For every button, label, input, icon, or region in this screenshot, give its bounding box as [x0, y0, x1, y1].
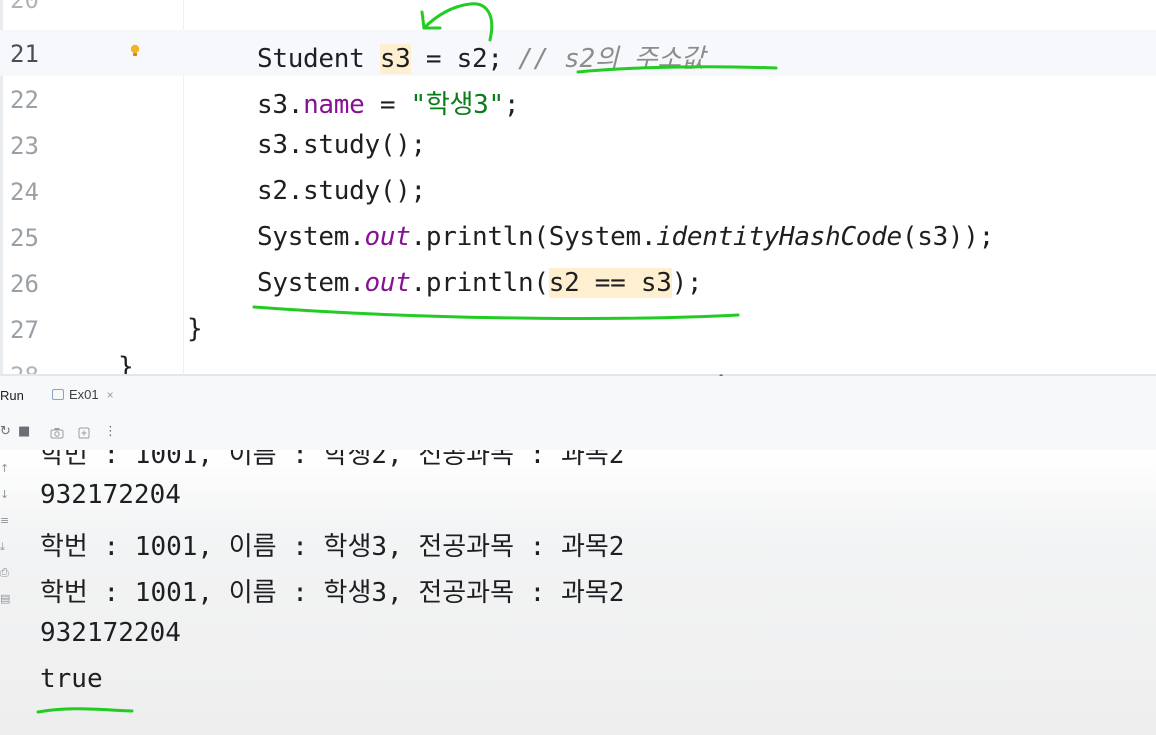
- line-number: 27: [10, 316, 39, 344]
- tab-label: Ex01: [69, 387, 99, 402]
- code-line-21[interactable]: 21 Student s3 = s2; // s2의 주소값: [0, 30, 1156, 76]
- code-text: Student s3 = s2; // s2의 주소값: [257, 44, 705, 74]
- console-line: 932172204: [40, 480, 181, 510]
- code-line-25[interactable]: 25 System.out.println(System.identityHas…: [0, 214, 1156, 260]
- code-line-26[interactable]: 26 System.out.println(s2 == s3);: [0, 260, 1156, 306]
- line-number: 22: [10, 86, 39, 114]
- highlighted-identifier: s3: [379, 44, 411, 74]
- scroll-to-end-icon[interactable]: ⤓: [0, 540, 5, 554]
- line-number: 21: [10, 40, 39, 68]
- camera-icon[interactable]: [50, 427, 64, 439]
- line-number-partial: 20: [10, 0, 39, 14]
- code-line-22[interactable]: 22 s3.name = "학생3";: [0, 76, 1156, 122]
- trash-icon[interactable]: ▤: [0, 592, 10, 605]
- console-line: 932172204: [40, 618, 181, 648]
- run-toolbar: ↻ ■ ⋮: [0, 418, 1156, 451]
- print-icon[interactable]: ⎙: [0, 566, 9, 580]
- code-editor[interactable]: 20 21 Student s3 = s2; // s2의 주소값 22 s3.…: [0, 0, 1156, 376]
- code-line-24[interactable]: 24 s2.study();: [0, 168, 1156, 214]
- line-number: 25: [10, 224, 39, 252]
- line-number: 24: [10, 178, 39, 206]
- code-text-partial: }: [118, 352, 134, 376]
- code-line-27[interactable]: 27 }: [0, 306, 1156, 352]
- code-text: s3.study();: [257, 130, 426, 160]
- run-config-icon: [52, 389, 64, 400]
- rerun-icon[interactable]: ↻: [0, 424, 11, 439]
- console-line: 학번 : 1001, 이름 : 학생3, 전공과목 : 과목2: [40, 532, 625, 562]
- more-options-icon[interactable]: ⋮: [104, 424, 117, 439]
- console-line: 학번 : 1001, 이름 : 학생2, 전공과목 : 과목2: [40, 450, 625, 470]
- code-comment: // s2의 주소값: [518, 44, 705, 74]
- restore-layout-icon[interactable]: [78, 427, 90, 439]
- highlighted-expression: s2 == s3: [548, 268, 672, 298]
- code-text: s3.name = "학생3";: [257, 90, 520, 120]
- tab-ex01[interactable]: Ex01 ×: [52, 387, 114, 402]
- lightbulb-icon[interactable]: [130, 44, 140, 60]
- line-number: 26: [10, 270, 39, 298]
- soft-wrap-icon[interactable]: ≡: [0, 514, 9, 527]
- code-text: System.out.println(System.identityHashCo…: [257, 222, 994, 252]
- console-line: true: [40, 664, 103, 694]
- console-side-toolbar: ↑ ↓ ≡ ⤓ ⎙ ▤: [0, 450, 14, 735]
- string-literal: "학생3": [410, 90, 505, 120]
- up-arrow-icon[interactable]: ↑: [0, 462, 9, 475]
- run-panel-title[interactable]: Run: [0, 388, 24, 403]
- console-line: 학번 : 1001, 이름 : 학생3, 전공과목 : 과목2: [40, 578, 625, 608]
- line-number: 23: [10, 132, 39, 160]
- code-line-23[interactable]: 23 s3.study();: [0, 122, 1156, 168]
- console-output[interactable]: ↑ ↓ ≡ ⤓ ⎙ ▤ 학번 : 1001, 이름 : 학생2, 전공과목 : …: [0, 450, 1156, 735]
- code-text: System.out.println(s2 == s3);: [257, 268, 703, 298]
- code-text: }: [187, 314, 203, 344]
- code-text: s2.study();: [257, 176, 426, 206]
- close-icon[interactable]: ×: [107, 388, 114, 402]
- run-tool-window-header: Run Ex01 ×: [0, 376, 1156, 418]
- down-arrow-icon[interactable]: ↓: [0, 488, 9, 501]
- stop-icon[interactable]: ■: [18, 424, 30, 439]
